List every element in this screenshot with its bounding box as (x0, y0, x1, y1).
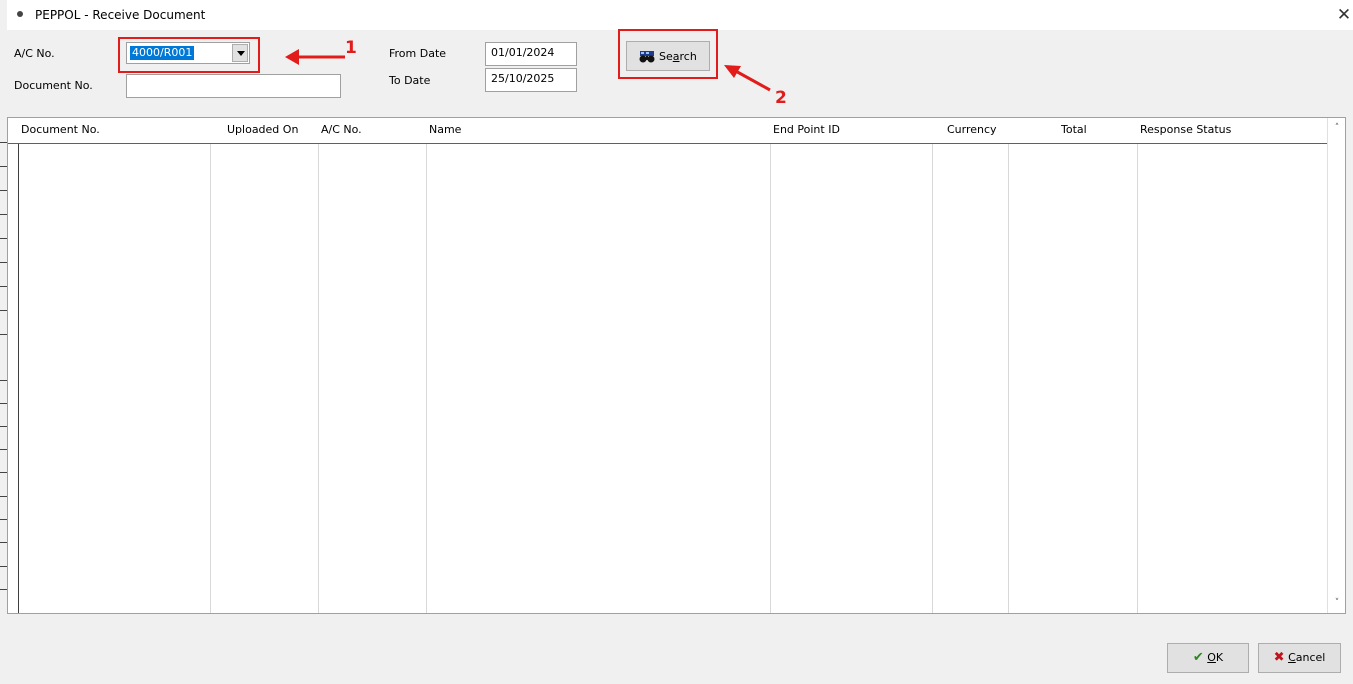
from-date-field[interactable]: 01/01/2024 (485, 42, 577, 66)
cancel-button-label: Cancel (1288, 651, 1326, 664)
document-no-field[interactable] (126, 74, 341, 98)
app-icon (17, 11, 23, 17)
document-no-label: Document No. (14, 79, 93, 92)
column-header-response-status[interactable]: Response Status (1137, 118, 1327, 143)
chevron-up-icon[interactable]: ˄ (1332, 123, 1342, 133)
chevron-down-icon[interactable]: ˅ (1332, 598, 1342, 608)
close-icon: ✖ (1273, 650, 1285, 665)
to-date-label: To Date (389, 74, 431, 87)
column-header-end-point-id[interactable]: End Point ID (770, 118, 932, 143)
column-divider (1008, 144, 1009, 613)
column-header-uploaded-on[interactable]: Uploaded On (224, 118, 318, 143)
ac-no-label: A/C No. (14, 47, 55, 60)
column-divider (18, 144, 19, 613)
annotation-arrow-up-left-icon (724, 65, 771, 92)
column-header-currency[interactable]: Currency (944, 118, 1008, 143)
checkmark-icon: ✔ (1192, 650, 1204, 665)
column-header-name[interactable]: Name (426, 118, 770, 143)
ok-button-label: OK (1207, 651, 1224, 664)
annotation-highlight-ac-no (118, 37, 260, 73)
column-header-document-no[interactable]: Document No. (18, 118, 210, 143)
vertical-scrollbar[interactable]: ˄ ˅ (1327, 118, 1345, 613)
ok-button[interactable]: ✔ OK (1167, 643, 1249, 673)
column-divider (1137, 144, 1138, 613)
header-divider (8, 143, 1328, 144)
column-divider (318, 144, 319, 613)
from-date-label: From Date (389, 47, 447, 60)
column-divider (426, 144, 427, 613)
annotation-number-1: 1 (345, 38, 357, 58)
annotation-number-2: 2 (775, 88, 787, 108)
results-grid[interactable]: Document No. Uploaded On A/C No. Name En… (7, 117, 1346, 614)
to-date-field[interactable]: 25/10/2025 (485, 68, 577, 92)
column-divider (210, 144, 211, 613)
title-bar: PEPPOL - Receive Document ✕ (7, 0, 1353, 30)
window-title: PEPPOL - Receive Document (35, 8, 206, 22)
annotation-arrow-left-icon (285, 49, 345, 65)
close-icon[interactable]: ✕ (1333, 4, 1353, 26)
cancel-button[interactable]: ✖ Cancel (1258, 643, 1341, 673)
column-header-total[interactable]: Total (1058, 118, 1138, 143)
annotation-highlight-search (618, 29, 718, 79)
column-divider (932, 144, 933, 613)
column-header-ac-no[interactable]: A/C No. (318, 118, 426, 143)
column-divider (770, 144, 771, 613)
